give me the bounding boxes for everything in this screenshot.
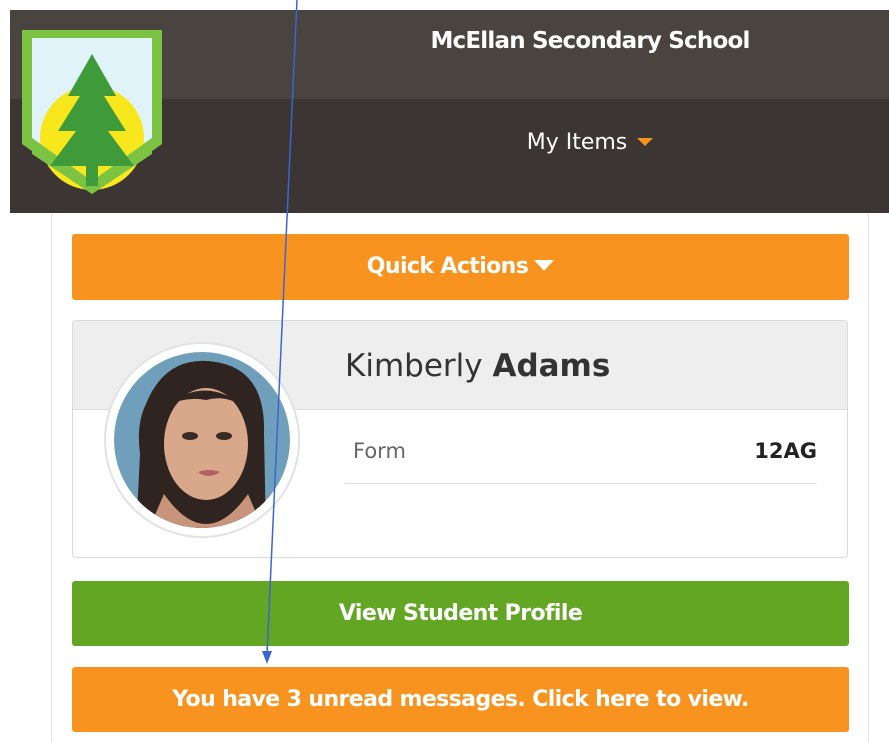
quick-actions-button[interactable]: Quick Actions [72,234,849,300]
caret-down-icon [534,259,555,271]
student-last-name: Adams [492,348,611,384]
view-student-profile-button[interactable]: View Student Profile [72,581,849,646]
student-name: Kimberly Adams [345,348,610,384]
my-items-label: My Items [526,130,628,155]
student-form-row: Form 12AG [345,425,817,484]
school-name: McEllan Secondary School [430,28,750,54]
my-items-menu[interactable]: My Items [400,130,780,155]
student-first-name: Kimberly [345,348,483,384]
unread-messages-button[interactable]: You have 3 unread messages. Click here t… [72,667,849,732]
pine-tree-logo-icon[interactable] [18,26,168,198]
avatar [106,344,298,536]
quick-actions-label: Quick Actions [366,254,529,279]
form-value: 12AG [754,439,817,463]
chevron-down-icon [637,137,654,146]
student-photo-icon [112,350,292,530]
form-label: Form [353,439,406,463]
